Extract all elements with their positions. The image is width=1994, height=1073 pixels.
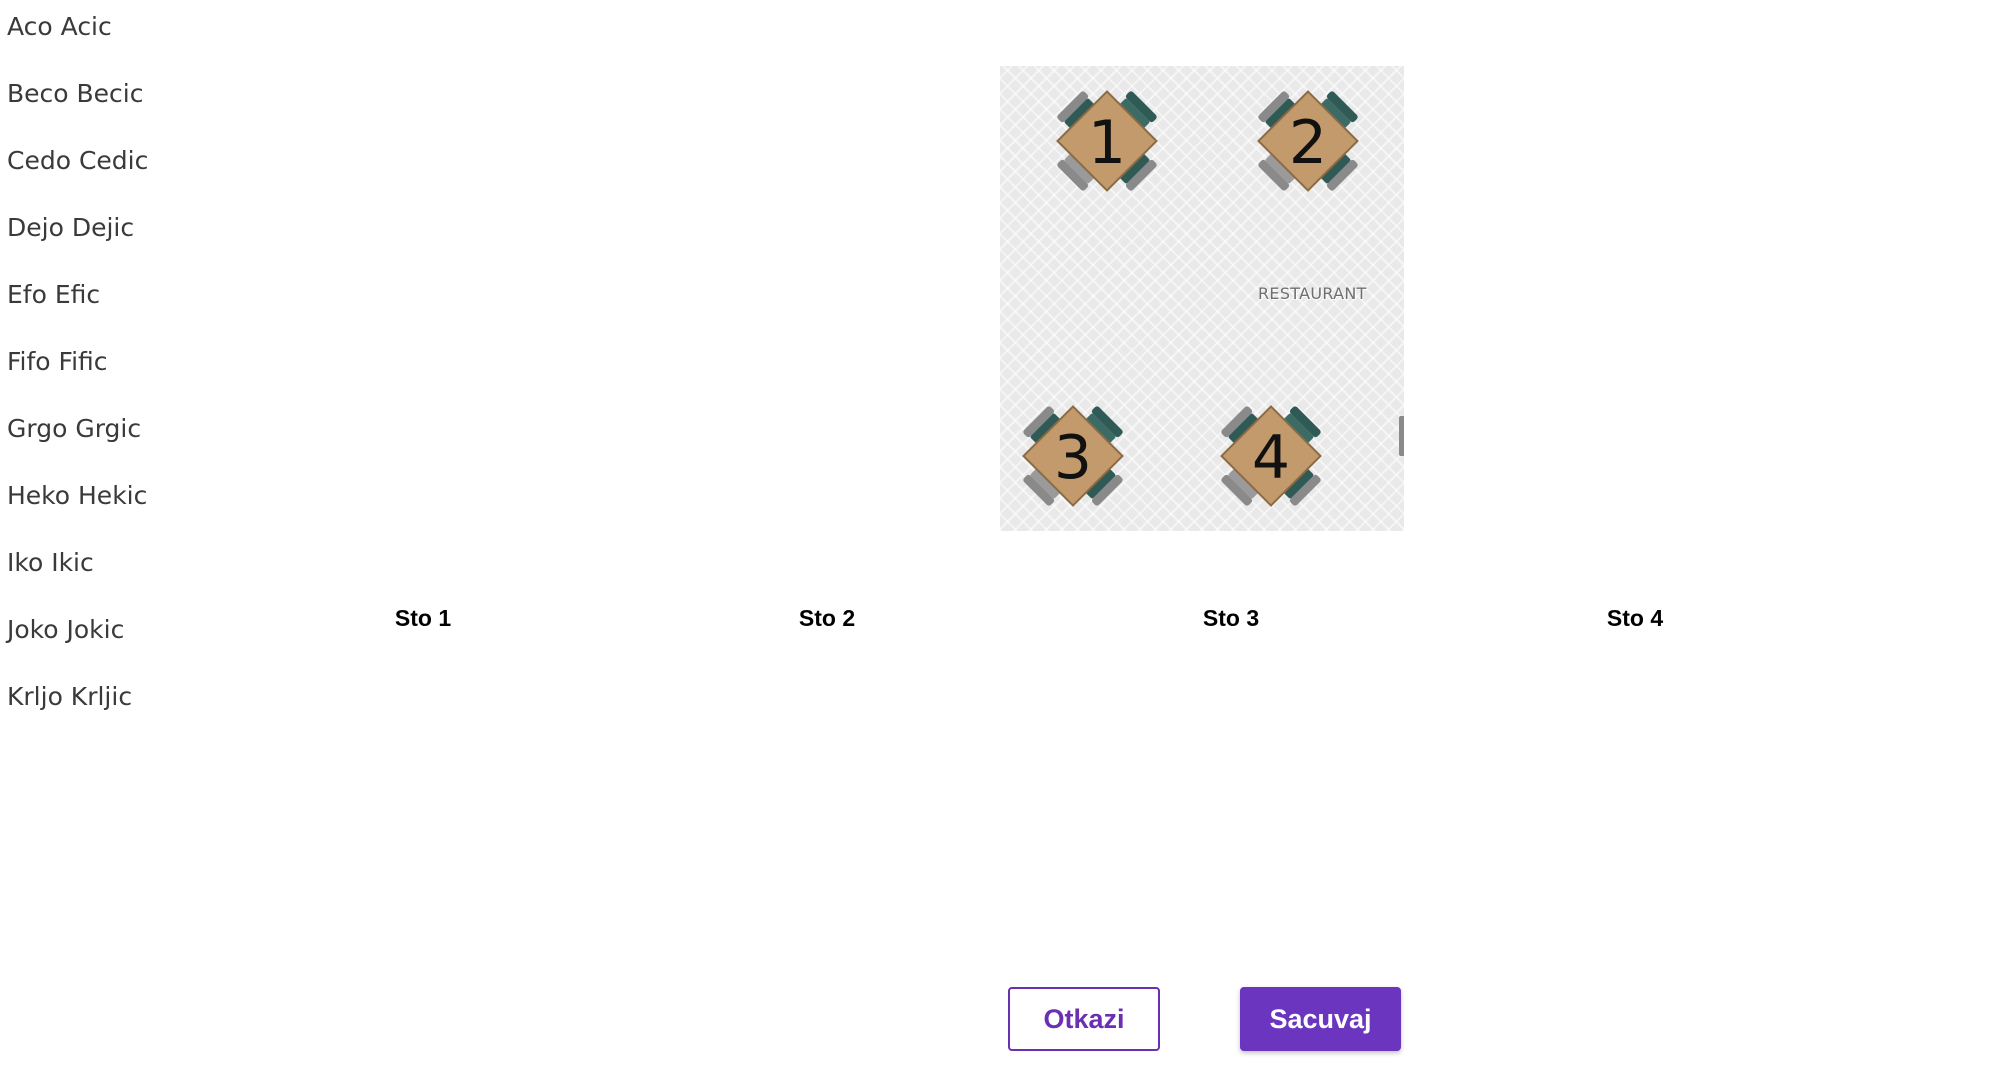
guest-item[interactable]: Fifo Fific [7,347,148,377]
table-number: 3 [1054,423,1092,493]
save-button[interactable]: Sacuvaj [1240,987,1401,1051]
table-4-image: 4 [1196,381,1346,531]
guest-item[interactable]: Iko Ikic [7,548,148,578]
drop-zone-table-1[interactable]: Sto 1 [363,605,483,632]
guest-item[interactable]: Dejo Dejic [7,213,148,243]
guest-item[interactable]: Krljo Krljic [7,682,148,712]
guest-item[interactable]: Beco Becic [7,79,148,109]
cancel-button[interactable]: Otkazi [1008,987,1160,1051]
restaurant-floor-plan: 1 2 RESTAURANT 3 4 [1000,66,1404,531]
table-number: 4 [1252,423,1290,493]
table-3-image: 3 [1000,381,1148,531]
table-number: 1 [1088,108,1126,178]
guest-list: Aco Acic Beco Becic Cedo Cedic Dejo Deji… [7,12,148,749]
chair-icon [1399,416,1404,456]
guest-item[interactable]: Aco Acic [7,12,148,42]
guest-item[interactable]: Grgo Grgic [7,414,148,444]
guest-item[interactable]: Efo Efic [7,280,148,310]
guest-item[interactable]: Cedo Cedic [7,146,148,176]
table-number: 2 [1289,108,1327,178]
guest-item[interactable]: Joko Jokic [7,615,148,645]
guest-item[interactable]: Heko Hekic [7,481,148,511]
table-2-image: 2 [1233,66,1383,216]
restaurant-label: RESTAURANT [1258,284,1367,303]
drop-zone-table-2[interactable]: Sto 2 [767,605,887,632]
drop-zone-table-3[interactable]: Sto 3 [1171,605,1291,632]
table-1-image: 1 [1032,66,1182,216]
drop-zone-table-4[interactable]: Sto 4 [1575,605,1695,632]
